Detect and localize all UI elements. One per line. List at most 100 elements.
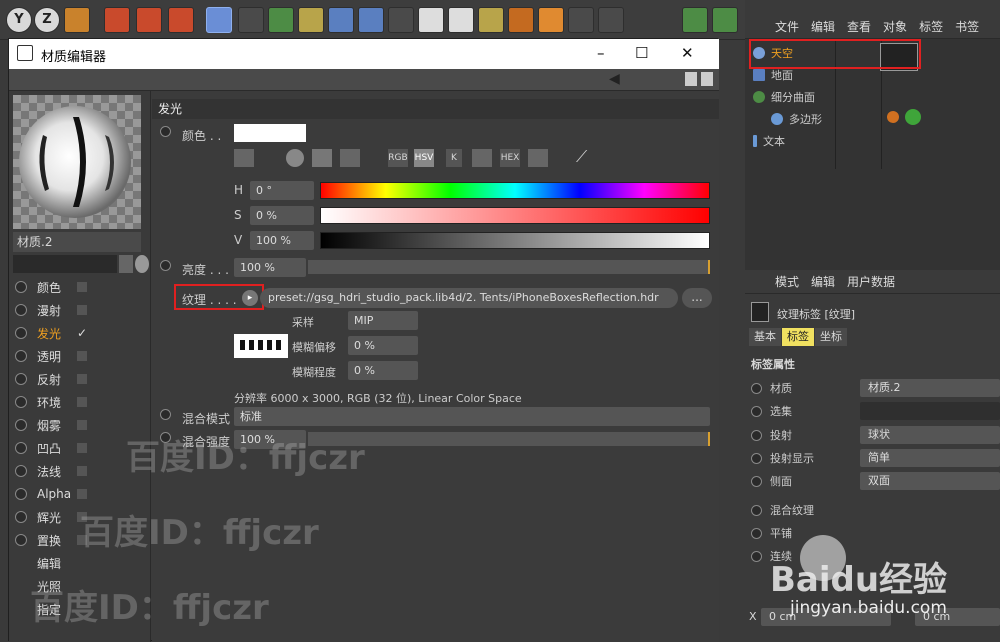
maximize-button[interactable]: ☐ (635, 44, 648, 62)
checkbox[interactable] (77, 397, 87, 407)
object-row-subdivision[interactable]: 细分曲面 (753, 87, 815, 107)
blend-strength-slider[interactable] (308, 432, 710, 446)
radio[interactable] (751, 504, 762, 516)
sampling-select[interactable]: MIP (348, 311, 418, 330)
download-icon[interactable] (568, 7, 594, 33)
material-tag-green-icon[interactable] (905, 109, 921, 125)
image-icon[interactable] (340, 149, 360, 167)
radio[interactable] (15, 281, 27, 293)
tab-coords[interactable]: 坐标 (815, 328, 847, 346)
picker-icon[interactable] (234, 149, 254, 167)
check-icon[interactable]: ✓ (77, 326, 87, 340)
menu-bookmark[interactable]: 书签 (955, 18, 979, 35)
channel-filter-field[interactable] (13, 255, 117, 273)
menu-mode[interactable]: 模式 (775, 273, 799, 290)
sphere-icon[interactable] (508, 7, 534, 33)
channel-editor[interactable]: 编辑 (37, 553, 61, 573)
checkbox[interactable] (77, 489, 87, 499)
hex-button[interactable]: HEX (500, 149, 520, 167)
radio[interactable] (15, 442, 27, 454)
lock-icon[interactable] (685, 72, 697, 86)
z-axis-icon[interactable]: Z (34, 7, 60, 33)
expand-icon[interactable] (701, 72, 713, 86)
minimize-button[interactable]: – (597, 44, 605, 62)
object-row-polygon[interactable]: 多边形 (771, 109, 822, 129)
channel-color[interactable]: 颜色 (15, 277, 87, 297)
checkbox[interactable] (77, 282, 87, 292)
render-icon[interactable] (136, 7, 162, 33)
s-field[interactable]: 0 % (250, 206, 314, 225)
menu-file[interactable]: 文件 (775, 18, 799, 35)
channel-displacement[interactable]: 置换 (15, 530, 87, 550)
back-arrow-icon[interactable]: ◀ (609, 71, 620, 87)
tree-icon[interactable] (682, 7, 708, 33)
radio[interactable] (751, 429, 762, 441)
radio[interactable] (15, 350, 27, 362)
material-name-field[interactable]: 材质.2 (13, 232, 141, 252)
row-side[interactable]: 侧面 (751, 471, 792, 491)
close-button[interactable]: ✕ (681, 44, 694, 62)
row-projection[interactable]: 投射 (751, 425, 792, 445)
radio[interactable] (751, 475, 762, 487)
brightness-field[interactable]: 100 % (234, 258, 306, 277)
deformer-icon[interactable] (328, 7, 354, 33)
sculpt-icon[interactable] (598, 7, 624, 33)
palette-icon[interactable] (528, 149, 548, 167)
light-icon[interactable] (418, 7, 444, 33)
generator-icon[interactable] (268, 7, 294, 33)
radio[interactable] (15, 304, 27, 316)
radio[interactable] (15, 534, 27, 546)
k-button[interactable]: K (446, 149, 462, 167)
menu-edit[interactable]: 编辑 (811, 273, 835, 290)
object-row-text[interactable]: 文本 (753, 131, 785, 151)
world-icon[interactable] (64, 7, 90, 33)
color-radio[interactable] (160, 126, 179, 140)
material-preview[interactable] (13, 95, 141, 229)
side-select[interactable]: 双面 (860, 472, 1000, 490)
channel-glow[interactable]: 辉光 (15, 507, 87, 527)
channel-fog[interactable]: 烟雾 (15, 415, 87, 435)
material-field[interactable]: 材质.2 (860, 379, 1000, 397)
menu-edit[interactable]: 编辑 (811, 18, 835, 35)
film-icon[interactable] (104, 7, 130, 33)
xpresso-icon[interactable] (478, 7, 504, 33)
radio[interactable] (160, 260, 171, 271)
menu-view[interactable]: 查看 (847, 18, 871, 35)
checkbox[interactable] (77, 443, 87, 453)
spectrum-icon[interactable] (312, 149, 332, 167)
blur-offset-field[interactable]: 0 % (348, 336, 418, 355)
radio[interactable] (751, 382, 762, 394)
row-material[interactable]: 材质 (751, 378, 792, 398)
menu-tag[interactable]: 标签 (919, 18, 943, 35)
row-mix-textures[interactable]: 混合纹理 (751, 500, 814, 520)
pen-icon[interactable] (238, 7, 264, 33)
channel-luminance[interactable]: 发光 ✓ (15, 323, 87, 343)
hsv-button[interactable]: HSV (414, 149, 434, 167)
radio[interactable] (15, 511, 27, 523)
floor-icon[interactable] (358, 7, 384, 33)
channel-normal[interactable]: 法线 (15, 461, 87, 481)
blend-mode-radio[interactable] (160, 409, 179, 423)
menu-userdata[interactable]: 用户数据 (847, 273, 895, 290)
projection-select[interactable]: 球状 (860, 426, 1000, 444)
projection-display-select[interactable]: 简单 (860, 449, 1000, 467)
radio[interactable] (160, 409, 171, 420)
cube-icon[interactable] (206, 7, 232, 33)
channel-alpha[interactable]: Alpha (15, 484, 87, 504)
subdivide-icon[interactable] (298, 7, 324, 33)
radio[interactable] (15, 396, 27, 408)
texture-browse-button[interactable]: ... (682, 288, 712, 308)
v-field[interactable]: 100 % (250, 231, 314, 250)
checkbox[interactable] (77, 466, 87, 476)
channel-transparency[interactable]: 透明 (15, 346, 87, 366)
eyedropper-icon[interactable]: ⟋ (576, 147, 587, 167)
brightness-radio[interactable] (160, 260, 179, 274)
pointer-icon[interactable] (135, 255, 149, 273)
radio[interactable] (160, 126, 171, 137)
h-field[interactable]: 0 ° (250, 181, 314, 200)
radio[interactable] (751, 452, 762, 464)
radio[interactable] (15, 373, 27, 385)
menu-object[interactable]: 对象 (883, 18, 907, 35)
radio[interactable] (15, 488, 27, 500)
row-selection[interactable]: 选集 (751, 401, 792, 421)
